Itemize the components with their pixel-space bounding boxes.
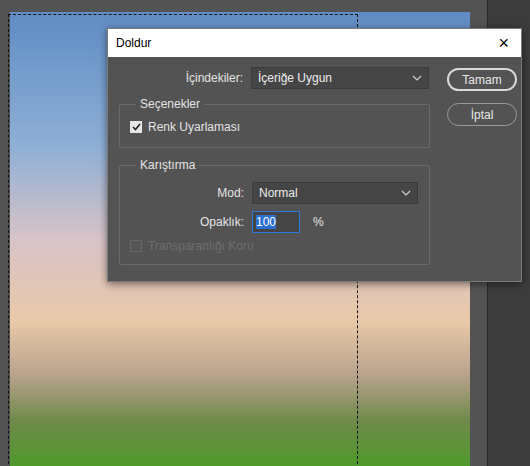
contents-value: İçeriğe Uygun	[258, 71, 332, 85]
checkbox-row: Transparanlığı Koru	[130, 236, 419, 256]
opacity-value: 100	[256, 215, 276, 229]
mode-row: Mod: Normal	[130, 178, 419, 207]
checkbox	[130, 240, 142, 252]
checkbox[interactable]	[130, 121, 142, 133]
contents-row: İçindekiler: İçeriğe Uygun	[119, 67, 430, 89]
opacity-field: 100%	[252, 211, 419, 233]
mode-select[interactable]: Normal	[252, 182, 418, 204]
blending-group: Karıştırma Mod: Normal Opaklık: 100% Transpar…	[119, 158, 430, 265]
check-icon	[132, 123, 141, 131]
options-group: Seçenekler Renk Uyarlaması	[119, 97, 430, 148]
chevron-down-icon	[401, 190, 411, 196]
button-column: Tamam İptal	[447, 67, 517, 265]
cancel-button[interactable]: İptal	[447, 103, 517, 126]
ok-button[interactable]: Tamam	[447, 68, 517, 91]
mode-label: Mod:	[130, 186, 244, 200]
mode-value: Normal	[259, 186, 298, 200]
dialog-body: İçindekiler: İçeriğe Uygun Seçenekler Renk …	[108, 57, 521, 275]
checkbox-label[interactable]: Renk Uyarlaması	[148, 120, 240, 134]
options-title: Seçenekler	[136, 97, 204, 111]
opacity-input[interactable]: 100	[252, 211, 300, 233]
fill-dialog: Doldur × İçindekiler: İçeriğe Uygun Seçenekl…	[107, 28, 522, 282]
opacity-row: Opaklık: 100%	[130, 207, 419, 236]
contents-label: İçindekiler:	[119, 71, 243, 85]
opacity-unit: %	[313, 215, 324, 229]
chevron-down-icon	[412, 75, 422, 81]
close-button[interactable]: ×	[494, 34, 513, 52]
checkbox-label: Transparanlığı Koru	[148, 239, 254, 253]
title-bar: Doldur ×	[108, 29, 521, 57]
dialog-title: Doldur	[116, 36, 151, 50]
checkbox-row[interactable]: Renk Uyarlaması	[130, 117, 419, 137]
settings-column: İçindekiler: İçeriğe Uygun Seçenekler Renk …	[119, 67, 430, 265]
blending-title: Karıştırma	[136, 158, 199, 172]
contents-select[interactable]: İçeriğe Uygun	[251, 67, 429, 89]
opacity-label: Opaklık:	[130, 215, 244, 229]
